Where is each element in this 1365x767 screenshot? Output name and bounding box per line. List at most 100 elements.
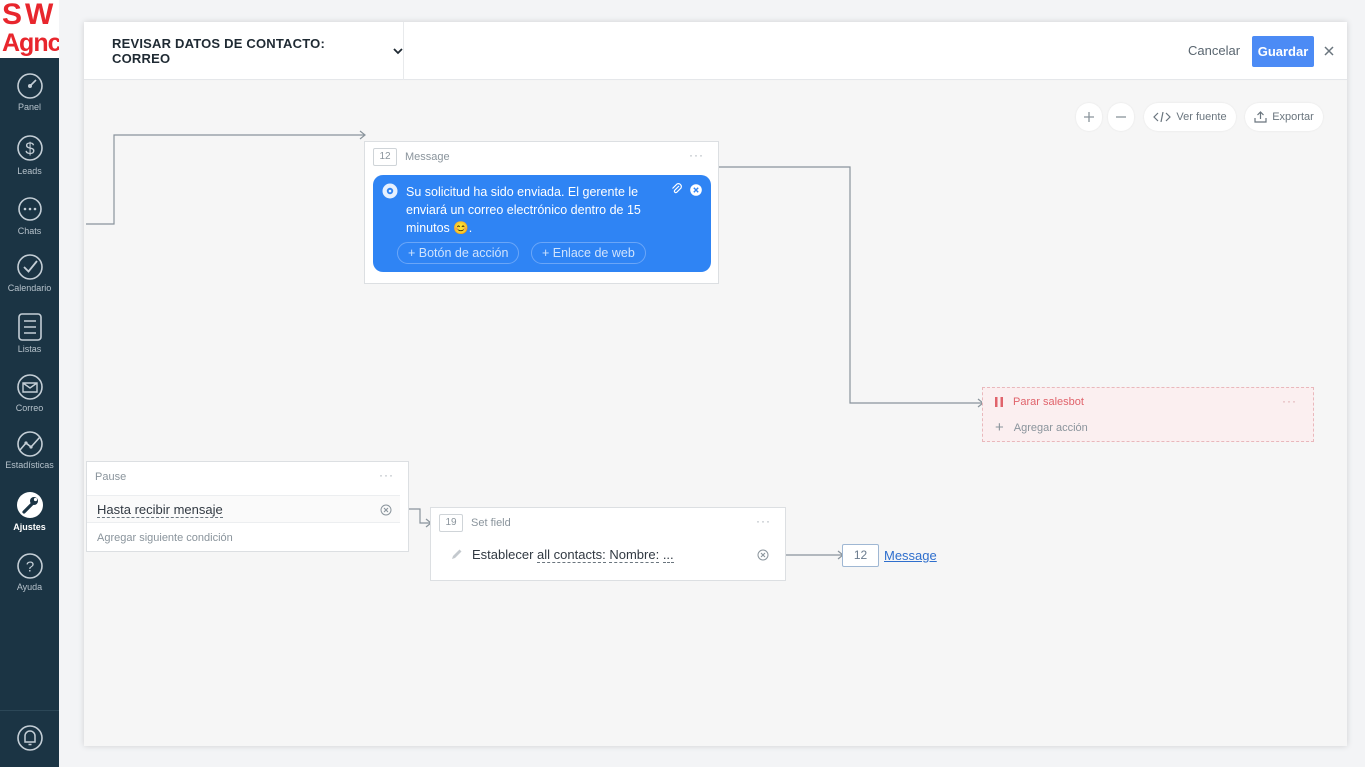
sidebar-item-chats[interactable]: Chats	[0, 196, 59, 236]
message-bubble[interactable]: Su solicitud ha sido enviada. El gerente…	[373, 175, 711, 272]
add-condition-link[interactable]: Agregar siguiente condición	[97, 532, 233, 544]
pause-node[interactable]: Pause ··· Hasta recibir mensaje Agregar …	[86, 461, 409, 552]
set-field-prefix: Establecer	[472, 547, 538, 562]
sidebar-item-panel[interactable]: Panel	[0, 72, 59, 112]
zoom-in-button[interactable]	[1076, 103, 1102, 131]
modal-header: REVISAR DATOS DE CONTACTO: CORREO Cancel…	[84, 22, 1347, 80]
plus-icon	[1084, 112, 1094, 122]
list-icon	[17, 313, 42, 341]
sidebar-item-label: Leads	[17, 166, 42, 176]
mail-icon	[16, 374, 43, 400]
view-source-label: Ver fuente	[1176, 111, 1227, 123]
bell-icon	[16, 725, 43, 751]
next-step-link[interactable]: Message	[884, 548, 937, 563]
zoom-out-button[interactable]	[1108, 103, 1134, 131]
node-type-label: Set field	[471, 517, 511, 529]
sidebar-item-estadisticas[interactable]: Estadísticas	[0, 430, 59, 470]
stop-salesbot-node[interactable]: Parar salesbot ··· + Agregar acción	[982, 387, 1314, 442]
salesbot-editor-modal: REVISAR DATOS DE CONTACTO: CORREO Cancel…	[84, 22, 1347, 746]
step-number-badge: 12	[373, 148, 397, 166]
paperclip-icon[interactable]	[671, 182, 683, 196]
view-source-button[interactable]: Ver fuente	[1144, 103, 1236, 131]
chat-icon	[17, 197, 42, 221]
condition-row: Hasta recibir mensaje	[87, 495, 400, 523]
add-action-link[interactable]: + Agregar acción	[995, 419, 1088, 436]
set-field-row: Establecer all contacts: Nombre: ...	[439, 541, 777, 569]
node-header: Parar salesbot	[983, 396, 1084, 408]
save-button[interactable]: Guardar	[1252, 36, 1314, 67]
node-more-menu[interactable]: ···	[379, 468, 394, 482]
notifications-button[interactable]	[0, 710, 59, 767]
connector-line	[86, 134, 364, 225]
wrench-icon	[16, 492, 43, 518]
code-icon	[1153, 112, 1172, 122]
dollar-icon: $	[16, 135, 43, 161]
chevron-down-icon	[393, 48, 403, 55]
message-node[interactable]: 12 Message ··· Su solicitud ha sido envi…	[364, 141, 719, 284]
brand-logo[interactable]: SW Agnc	[0, 0, 59, 58]
svg-text:?: ?	[25, 559, 33, 576]
remove-icon[interactable]	[757, 549, 769, 561]
help-icon: ?	[16, 553, 43, 579]
add-action-label: Agregar acción	[1013, 421, 1088, 434]
plus-icon: +	[995, 419, 1004, 436]
stats-icon	[16, 431, 43, 457]
node-more-menu[interactable]: ···	[756, 514, 771, 528]
node-more-menu[interactable]: ···	[1282, 394, 1297, 408]
modal-title: REVISAR DATOS DE CONTACTO: CORREO	[112, 36, 325, 66]
dashboard-icon	[16, 73, 43, 99]
check-icon	[16, 254, 43, 280]
sidebar-item-listas[interactable]: Listas	[0, 312, 59, 354]
remove-icon[interactable]	[380, 504, 392, 516]
set-field-text: Establecer all contacts: Nombre: ...	[472, 547, 674, 563]
chatbot-icon	[382, 183, 398, 199]
set-field-entity[interactable]: all contacts:	[537, 547, 606, 563]
node-more-menu[interactable]: ···	[689, 148, 704, 162]
step-number-badge: 12	[842, 544, 879, 567]
condition-text[interactable]: Hasta recibir mensaje	[97, 502, 223, 518]
sidebar-item-ayuda[interactable]: ? Ayuda	[0, 552, 59, 592]
message-text[interactable]: Su solicitud ha sido enviada. El gerente…	[406, 183, 658, 237]
sidebar-item-label: Panel	[17, 102, 42, 112]
brand-logo-line2: Agnc	[2, 29, 59, 57]
pencil-icon	[452, 549, 462, 559]
sidebar-item-leads[interactable]: $ Leads	[0, 132, 59, 176]
modal-title-dropdown[interactable]: REVISAR DATOS DE CONTACTO: CORREO	[84, 22, 404, 80]
close-icon[interactable]	[1322, 42, 1336, 60]
sidebar-item-label: Chats	[17, 226, 42, 236]
sidebar-item-label: Correo	[15, 403, 44, 413]
node-type-label: Pause	[95, 471, 127, 483]
sidebar-item-correo[interactable]: Correo	[0, 373, 59, 413]
set-field-node[interactable]: 19 Set field ··· Establecer all contacts…	[430, 507, 786, 581]
export-button[interactable]: Exportar	[1245, 103, 1323, 131]
connector-line	[710, 166, 982, 404]
svg-text:$: $	[25, 139, 35, 158]
sidebar: Panel $ Leads Chats Calendario Listas Co…	[0, 58, 59, 767]
sidebar-item-label: Calendario	[7, 283, 52, 293]
sidebar-item-calendario[interactable]: Calendario	[0, 253, 59, 293]
node-header: 12 Message	[365, 142, 718, 172]
export-label: Exportar	[1272, 111, 1314, 123]
node-type-label: Message	[405, 151, 450, 163]
sidebar-item-label: Estadísticas	[5, 460, 54, 470]
sidebar-item-label: Ayuda	[16, 582, 43, 592]
next-step-reference[interactable]: 12 Message	[842, 544, 937, 567]
minus-icon	[1116, 116, 1126, 118]
sidebar-item-label: Ajustes	[13, 522, 46, 532]
sidebar-item-label: Listas	[17, 344, 42, 354]
set-field-name[interactable]: Nombre:	[609, 547, 660, 563]
cancel-button[interactable]: Cancelar	[1188, 36, 1240, 66]
export-icon	[1254, 111, 1267, 123]
add-web-link-button[interactable]: + Enlace de web	[531, 242, 646, 264]
step-number-badge: 19	[439, 514, 463, 532]
stop-salesbot-label: Parar salesbot	[1013, 396, 1084, 408]
remove-icon[interactable]	[690, 184, 702, 196]
pause-icon	[995, 397, 1003, 407]
set-field-value[interactable]: ...	[662, 547, 674, 563]
node-header: 19 Set field	[431, 508, 785, 538]
node-header: Pause	[87, 462, 408, 492]
brand-logo-line1: SW	[2, 0, 57, 31]
flow-canvas[interactable]: Ver fuente Exportar 12 Message ··· Su so…	[84, 81, 1347, 746]
sidebar-item-ajustes[interactable]: Ajustes	[0, 490, 59, 532]
add-action-button[interactable]: + Botón de acción	[397, 242, 520, 264]
